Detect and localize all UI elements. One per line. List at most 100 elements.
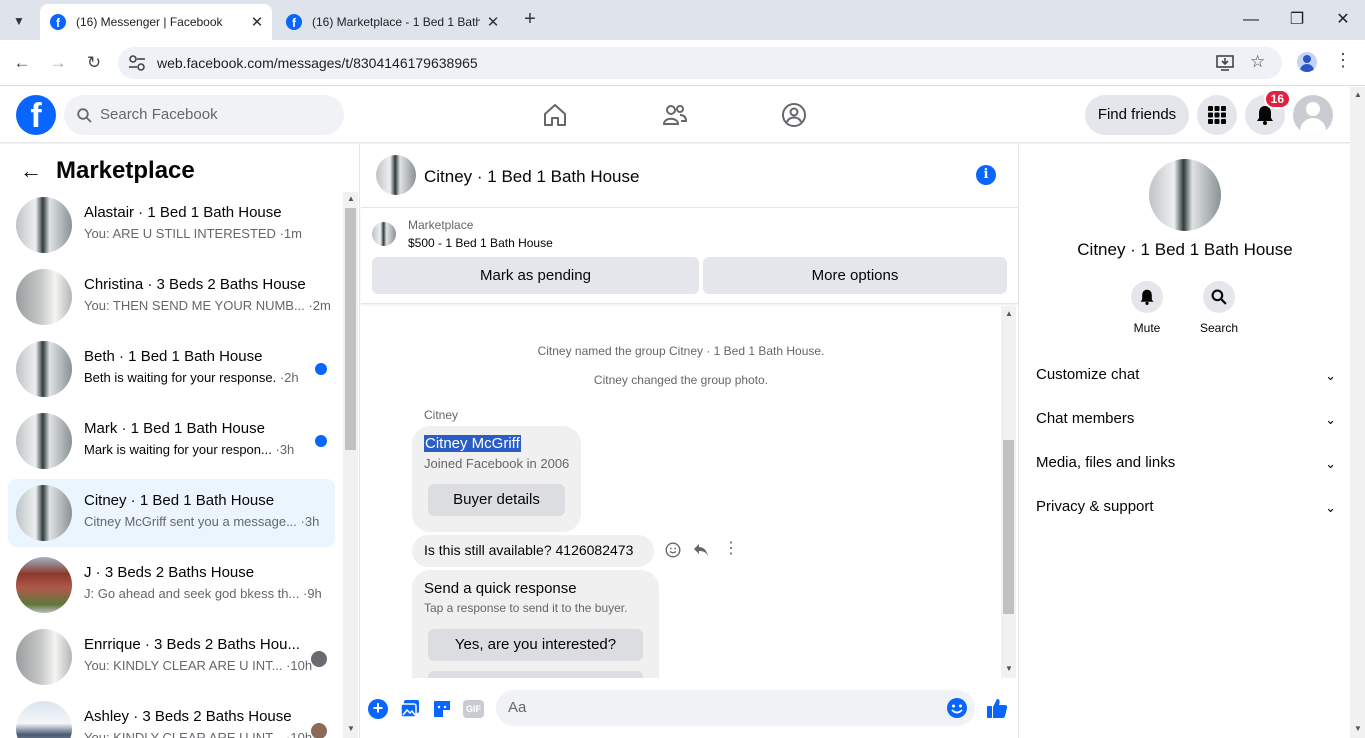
add-attachment-icon[interactable]: + [368,699,388,719]
search-in-chat-button[interactable]: Search [1198,281,1240,339]
conversation-item[interactable]: Alastair · 1 Bed 1 Bath House You: ARE U… [8,191,335,259]
conversation-item[interactable]: Christina · 3 Beds 2 Baths House You: TH… [8,263,335,331]
chat-header: Citney · 1 Bed 1 Bath House i [361,144,1018,208]
address-bar[interactable]: web.facebook.com/messages/t/830414617963… [118,47,1282,79]
composer-bar: + GIF Aa [361,682,1018,738]
scroll-down-arrow-icon[interactable]: ▼ [347,724,355,733]
message-input[interactable]: Aa [496,690,975,726]
profile-icon[interactable] [1297,52,1317,72]
chevron-down-icon: ⌄ [1325,456,1336,471]
scroll-up-arrow-icon[interactable]: ▲ [1354,90,1362,99]
buyer-details-button[interactable]: Buyer details [428,484,565,516]
media-files-links-section[interactable]: Media, files and links ⌄ [1036,454,1336,494]
react-emoji-icon[interactable] [665,542,681,558]
minimize-window-button[interactable]: — [1236,8,1266,32]
gif-icon[interactable]: GIF [463,700,484,718]
conversation-list-pane: ← Marketplace Alastair · 1 Bed 1 Bath Ho… [0,144,360,738]
quick-response-button[interactable]: Yes, are you interested? [428,629,643,661]
bell-icon [1140,289,1154,305]
conversation-item[interactable]: Ashley · 3 Beds 2 Baths House You: KINDL… [8,695,335,738]
reply-icon[interactable] [693,543,709,557]
home-icon[interactable] [542,103,568,127]
emoji-icon[interactable] [946,697,968,719]
listing-thumbnail [16,629,72,685]
back-arrow-icon[interactable]: ← [11,52,33,74]
find-friends-button[interactable]: Find friends [1085,95,1189,135]
tab-marketplace[interactable]: f (16) Marketplace - 1 Bed 1 Bath ✕ [276,4,508,40]
menu-grid-button[interactable] [1197,95,1237,135]
notifications-button[interactable]: 16 [1245,89,1291,135]
scroll-down-arrow-icon[interactable]: ▼ [1005,664,1013,673]
chevron-down-icon: ⌄ [1325,500,1336,515]
chat-scrollbar[interactable]: ▲ ▼ [1001,306,1016,678]
chat-profile-photo[interactable] [1149,159,1221,231]
listing-banner: Marketplace $500 - 1 Bed 1 Bath House Ma… [361,209,1018,304]
quick-response-button-2[interactable] [428,671,643,678]
facebook-header: f Search Facebook Find friends 16 [0,87,1350,143]
system-message: Citney changed the group photo. [593,373,769,387]
tab-search-button[interactable]: ▼ [8,10,30,32]
search-icon [1211,289,1227,305]
bookmark-star-icon[interactable]: ☆ [1250,52,1265,72]
buyer-name[interactable]: Citney McGriff [424,435,521,452]
scroll-up-arrow-icon[interactable]: ▲ [347,194,355,203]
page-scrollbar[interactable]: ▲ ▼ [1350,87,1365,738]
listing-thumbnail [16,197,72,253]
conversation-item[interactable]: J · 3 Beds 2 Baths House J: Go ahead and… [8,551,335,619]
chat-members-section[interactable]: Chat members ⌄ [1036,410,1336,450]
scroll-up-arrow-icon[interactable]: ▲ [1005,309,1013,318]
close-tab-icon[interactable]: ✕ [484,13,502,31]
chevron-down-icon: ⌄ [1325,412,1336,427]
listing-thumbnail [16,701,72,738]
more-actions-icon[interactable]: ⋮ [723,538,739,558]
sticker-icon[interactable] [432,699,452,719]
listing-thumbnail [16,269,72,325]
site-settings-icon[interactable] [128,55,146,71]
chat-panel: Citney · 1 Bed 1 Bath House i Marketplac… [361,144,1019,738]
notification-badge: 16 [1263,89,1291,109]
chat-title[interactable]: Citney · 1 Bed 1 Bath House [424,167,639,187]
chat-avatar[interactable] [376,155,416,195]
listing-thumbnail [16,557,72,613]
info-icon[interactable]: i [976,165,996,185]
new-tab-button[interactable]: + [519,8,541,30]
thumbs-up-icon[interactable] [986,697,1008,719]
conversation-item[interactable]: Beth · 1 Bed 1 Bath House Beth is waitin… [8,335,335,403]
listing-detail[interactable]: $500 - 1 Bed 1 Bath House [408,236,553,250]
conversation-list-scrollbar[interactable]: ▲ ▼ [343,192,358,738]
back-arrow-icon[interactable]: ← [20,158,42,184]
listing-thumbnail [16,413,72,469]
facebook-logo-icon[interactable]: f [16,95,56,135]
forward-arrow-icon[interactable]: → [47,52,69,74]
reload-icon[interactable]: ↻ [83,52,105,74]
tab-messenger[interactable]: f (16) Messenger | Facebook ✕ [40,4,272,40]
privacy-support-section[interactable]: Privacy & support ⌄ [1036,498,1336,538]
buyer-card: Citney McGriff Joined Facebook in 2006 B… [412,426,581,532]
account-avatar[interactable] [1293,95,1333,135]
facebook-favicon-icon: f [286,14,302,30]
restore-window-button[interactable]: ❐ [1282,8,1312,32]
browser-menu-icon[interactable]: ⋮ [1334,50,1352,71]
buyer-joined: Joined Facebook in 2006 [424,456,570,471]
more-options-button[interactable]: More options [703,257,1007,294]
sender-name: Citney [424,408,459,422]
scroll-down-arrow-icon[interactable]: ▼ [1354,724,1362,733]
close-window-button[interactable]: ✕ [1328,8,1358,32]
close-tab-icon[interactable]: ✕ [248,13,266,31]
install-app-icon[interactable] [1216,55,1234,71]
conversation-item-selected[interactable]: Citney · 1 Bed 1 Bath House Citney McGri… [8,479,335,547]
listing-thumbnail[interactable] [372,222,396,246]
photo-icon[interactable] [400,699,420,719]
conversation-item[interactable]: Enrrique · 3 Beds 2 Baths Hou... You: KI… [8,623,335,691]
mark-as-pending-button[interactable]: Mark as pending [372,257,699,294]
groups-icon[interactable] [781,102,807,128]
chat-profile-name: Citney · 1 Bed 1 Bath House [1077,240,1293,259]
message-bubble: Is this still available? 4126082473 [412,535,654,567]
customize-chat-section[interactable]: Customize chat ⌄ [1036,366,1336,406]
search-icon [77,108,92,123]
mute-button[interactable]: Mute [1127,281,1167,339]
friends-icon[interactable] [662,103,688,127]
message-thread: Citney named the group Citney · 1 Bed 1 … [361,306,1001,678]
search-input[interactable]: Search Facebook [64,95,344,135]
conversation-item[interactable]: Mark · 1 Bed 1 Bath House Mark is waitin… [8,407,335,475]
